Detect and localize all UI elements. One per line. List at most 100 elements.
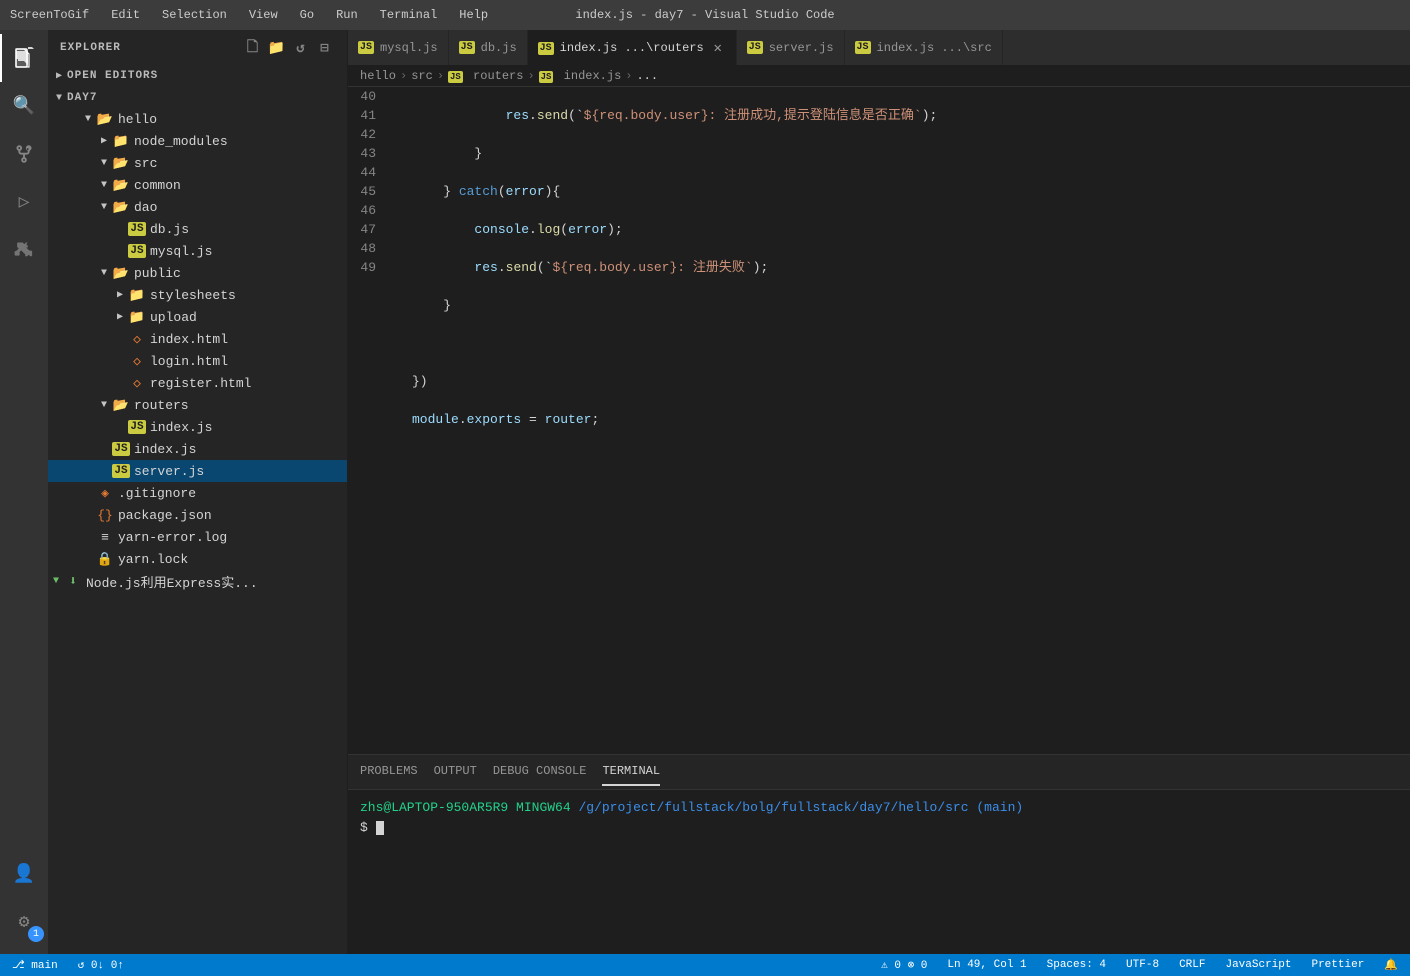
collapse-all-btn[interactable]: ⊟ [315,38,335,58]
editor-panel-container: 40 41 42 43 44 45 46 47 48 49 res.send(`… [348,87,1410,954]
yarnlock-label: yarn.lock [118,552,188,567]
sb-notif[interactable]: 🔔 [1380,958,1402,972]
tree-mysql-js[interactable]: ▶ JS mysql.js [48,240,347,262]
panel-tab-terminal[interactable]: TERMINAL [602,758,660,786]
tree-dao[interactable]: ▼ 📂 dao [48,196,347,218]
idx-tab-close[interactable]: ✕ [710,40,726,56]
tree-package-json[interactable]: ▶ {} package.json [48,504,347,526]
panel-tab-problems[interactable]: PROBLEMS [360,758,418,786]
tree-server-js[interactable]: ▶ JS server.js [48,460,347,482]
activity-extensions[interactable] [0,226,48,274]
menu-edit[interactable]: Edit [103,6,148,24]
sb-spaces[interactable]: Spaces: 4 [1043,959,1110,971]
activity-source-control[interactable] [0,130,48,178]
tree-yarn-error-log[interactable]: ▶ ≡ yarn-error.log [48,526,347,548]
sb-branch[interactable]: ⎇ main [8,958,62,972]
tab-index-src[interactable]: JS index.js ...\src [845,30,1003,65]
code-line-47: }) [412,372,1394,391]
routers-folder-icon: 📂 [112,396,130,414]
mysqljs-label: mysql.js [150,244,212,259]
open-editors-label: OPEN EDITORS [67,70,158,82]
tab-bar: JS mysql.js JS db.js JS index.js ...\rou… [348,30,1410,65]
code-line-44: res.send(`${req.body.user}: 注册失败`); [412,258,1394,277]
term-branch: (main) [976,800,1023,815]
sb-encoding[interactable]: UTF-8 [1122,959,1163,971]
tree-yarn-lock[interactable]: ▶ 🔒 yarn.lock [48,548,347,570]
activity-account[interactable]: 👤 [0,850,48,898]
menu-go[interactable]: Go [292,6,322,24]
statusbar-left: ⎇ main ↺ 0↓ 0↑ [8,958,128,972]
activity-explorer[interactable] [0,34,48,82]
tree-db-js[interactable]: ▶ JS db.js [48,218,347,240]
tree-index-html[interactable]: ▶ ◇ index.html [48,328,347,350]
tree-routers[interactable]: ▼ 📂 routers [48,394,347,416]
panel-tab-debug[interactable]: DEBUG CONSOLE [493,758,587,786]
loginhtml-icon: ◇ [128,352,146,370]
activity-debug[interactable]: ▷ [0,178,48,226]
nm-label: node_modules [134,134,228,149]
hello-folder-icon: 📂 [96,110,114,128]
titlebar: ScreenToGif Edit Selection View Go Run T… [0,0,1410,30]
menu-selection[interactable]: Selection [154,6,235,24]
sb-eol[interactable]: CRLF [1175,959,1209,971]
nodejs-label: Node.js利用Express实... [86,572,258,591]
tab-mysql[interactable]: JS mysql.js [348,30,449,65]
menu-help[interactable]: Help [451,6,496,24]
routers-arrow: ▼ [96,400,112,411]
src-label: src [134,156,157,171]
tab-index-routers[interactable]: JS index.js ...\routers ✕ [528,30,737,65]
tree-hello[interactable]: ▼ 📂 hello [48,108,347,130]
tree-src-index-js[interactable]: ▶ JS index.js [48,438,347,460]
tree-node-modules[interactable]: ▶ 📁 node_modules [48,130,347,152]
statusbar: ⎇ main ↺ 0↓ 0↑ ⚠ 0 ⊗ 0 Ln 49, Col 1 Spac… [0,954,1410,976]
new-file-btn[interactable]: 🗋 [243,38,263,58]
yarnlog-icon: ≡ [96,528,114,546]
code-line-45: } [412,296,1394,315]
tree-register-html[interactable]: ▶ ◇ register.html [48,372,347,394]
tree-routers-index-js[interactable]: ▶ JS index.js [48,416,347,438]
activity-settings[interactable]: ⚙ 1 [0,898,48,946]
menu-terminal[interactable]: Terminal [372,6,446,24]
activity-bottom: 👤 ⚙ 1 [0,850,48,954]
code-content[interactable]: res.send(`${req.body.user}: 注册成功,提示登陆信息是… [396,87,1410,754]
menu-run[interactable]: Run [328,6,366,24]
new-folder-btn[interactable]: 📁 [267,38,287,58]
term-dollar: $ [360,820,376,835]
tree-public[interactable]: ▼ 📂 public [48,262,347,284]
sb-language[interactable]: JavaScript [1221,959,1295,971]
bc-src[interactable]: src [411,69,433,83]
bc-routers[interactable]: JS routers [448,69,523,83]
sb-prettier[interactable]: Prettier [1307,959,1368,971]
tree-gitignore[interactable]: ▶ ◈ .gitignore [48,482,347,504]
tree-src[interactable]: ▼ 📂 src [48,152,347,174]
open-editors-section[interactable]: ▶ OPEN EDITORS [48,66,347,86]
panel-tab-output[interactable]: OUTPUT [434,758,477,786]
tree-nodejs-folder[interactable]: ▼ ⬇ Node.js利用Express实... [48,570,347,593]
gitignore-label: .gitignore [118,486,196,501]
terminal-prompt-line: $ [360,818,1398,838]
tree-common[interactable]: ▼ 📂 common [48,174,347,196]
activity-search[interactable]: 🔍 [0,82,48,130]
sb-errors[interactable]: ⚠ 0 ⊗ 0 [877,958,931,972]
tab-server[interactable]: JS server.js [737,30,845,65]
menu-view[interactable]: View [241,6,286,24]
reghtml-icon: ◇ [128,374,146,392]
refresh-btn[interactable]: ↺ [291,38,311,58]
bc-hello[interactable]: hello [360,69,396,83]
srcidxjs-label: index.js [134,442,196,457]
tree-upload[interactable]: ▶ 📁 upload [48,306,347,328]
bc-indexjs[interactable]: JS index.js [539,69,622,83]
terminal-content[interactable]: zhs@LAPTOP-950AR5R9 MINGW64 /g/project/f… [348,790,1410,954]
sb-line-col[interactable]: Ln 49, Col 1 [943,959,1030,971]
workspace-section[interactable]: ▼ DAY7 [48,88,347,108]
bc-ellipsis[interactable]: ... [636,69,658,83]
idxhtml-label: index.html [150,332,228,347]
code-line-41: } [412,144,1394,163]
tab-db[interactable]: JS db.js [449,30,528,65]
tree-login-html[interactable]: ▶ ◇ login.html [48,350,347,372]
tree-stylesheets[interactable]: ▶ 📁 stylesheets [48,284,347,306]
code-editor[interactable]: 40 41 42 43 44 45 46 47 48 49 res.send(`… [348,87,1410,754]
sb-sync[interactable]: ↺ 0↓ 0↑ [74,958,128,972]
code-line-49 [412,448,1394,467]
code-line-42: } catch(error){ [412,182,1394,201]
